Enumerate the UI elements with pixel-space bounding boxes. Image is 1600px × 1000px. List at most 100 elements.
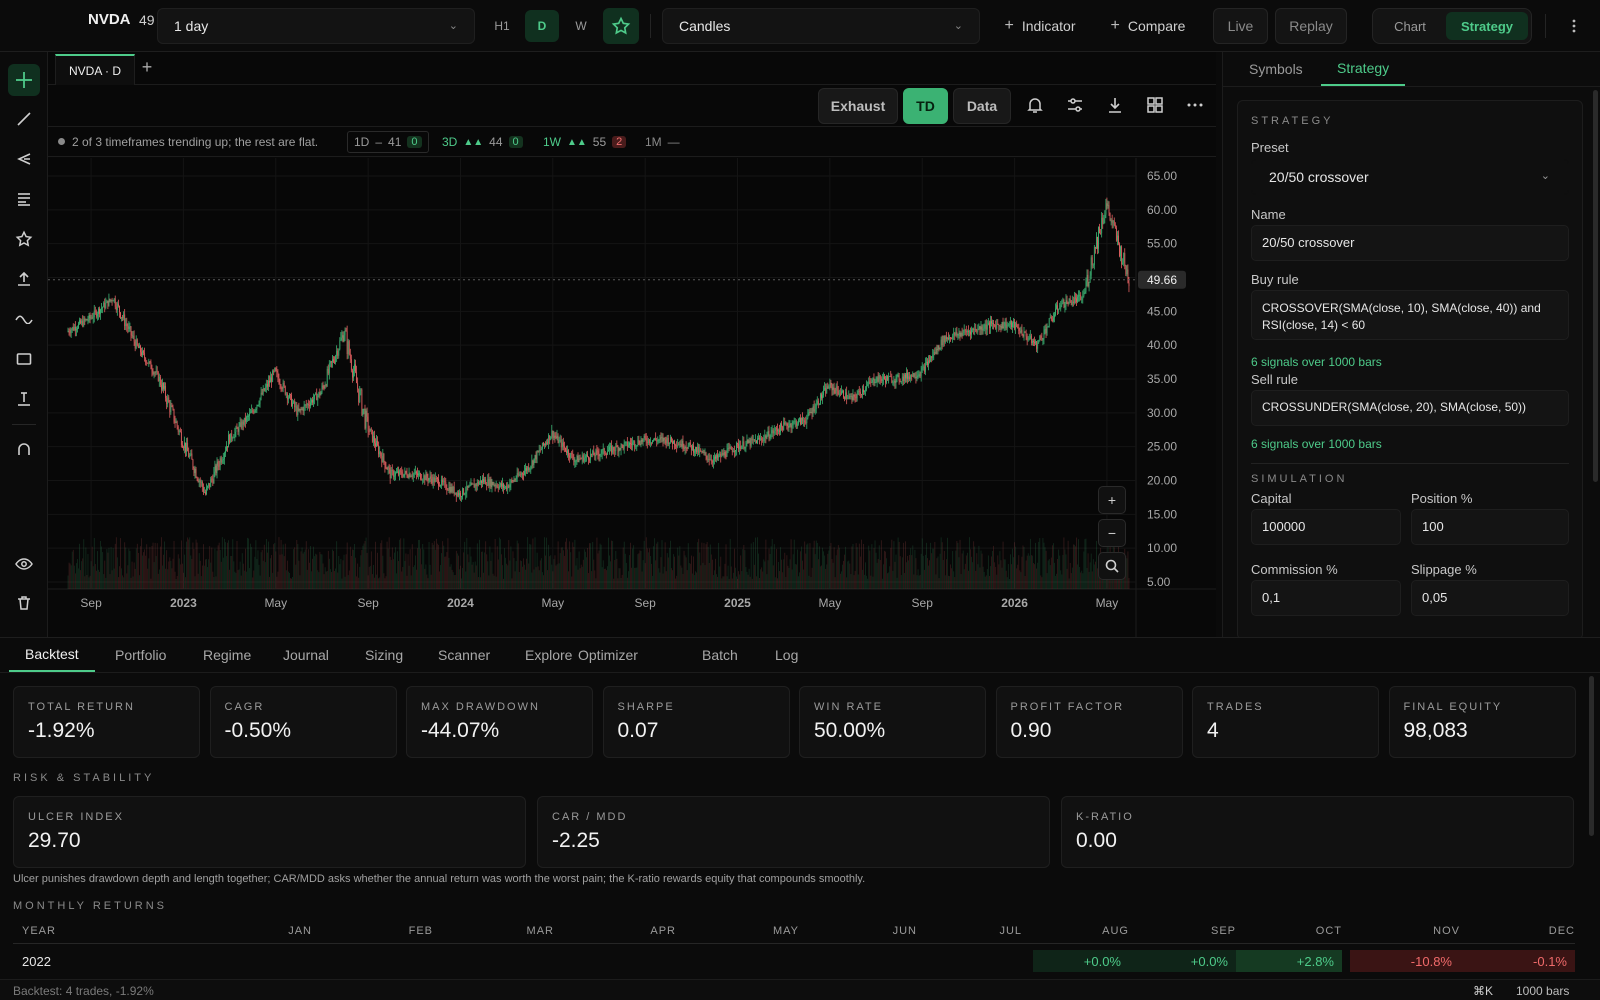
trend-line-icon[interactable] [8, 103, 40, 135]
td-button[interactable]: TD [903, 88, 948, 124]
candle-body [398, 471, 399, 475]
download-icon[interactable] [1105, 95, 1125, 115]
chart-style-select[interactable]: Candles ⌄ [662, 8, 980, 44]
candle-body [850, 396, 852, 397]
tab-chart[interactable]: Chart [1376, 12, 1444, 40]
volume-bar [327, 550, 329, 589]
star-tool-icon[interactable] [8, 223, 40, 255]
tab-portfolio[interactable]: Portfolio [99, 638, 182, 672]
candle-body [799, 418, 800, 420]
sliders-icon[interactable] [1065, 95, 1085, 115]
ticker-symbol[interactable]: NVDA [88, 11, 131, 28]
volume-bar [720, 556, 722, 589]
candle-body [1078, 295, 1080, 297]
volume-bar [704, 565, 706, 589]
tab-optimizer[interactable]: Optimizer [562, 638, 654, 672]
exhaust-button[interactable]: Exhaust [818, 88, 898, 124]
favorite-star-button[interactable] [603, 8, 639, 44]
panel-scrollbar[interactable] [1593, 90, 1598, 482]
trend-item-1d[interactable]: 1D – 41 0 [347, 131, 429, 153]
candle-body [291, 395, 292, 407]
trend-item-1m[interactable]: 1M — [645, 132, 680, 152]
bottom-scrollbar[interactable] [1589, 676, 1594, 836]
commission-field[interactable]: 0,1 [1251, 580, 1401, 616]
volume-bar [410, 575, 412, 589]
buy-rule-textarea[interactable]: CROSSOVER(SMA(close, 10), SMA(close, 40)… [1251, 290, 1569, 340]
timeframe-d-button[interactable]: D [525, 10, 559, 42]
crosshair-tool-icon[interactable] [8, 64, 40, 96]
sell-rule-textarea[interactable]: CROSSUNDER(SMA(close, 20), SMA(close, 50… [1251, 390, 1569, 426]
data-button[interactable]: Data [953, 88, 1011, 124]
column-header: APR [650, 925, 676, 937]
candle-body [359, 389, 361, 402]
fork-tool-icon[interactable] [8, 143, 40, 175]
candle-body [417, 473, 418, 476]
metric-label: ULCER INDEX [28, 811, 124, 823]
candle-body [626, 441, 628, 447]
tab-strategy-panel[interactable]: Strategy [1321, 52, 1406, 86]
eye-icon[interactable] [8, 548, 40, 580]
trend-item-1w[interactable]: 1W ▲▲ 55 2 [543, 132, 627, 152]
compare-button[interactable]: + Compare [1106, 10, 1190, 42]
candle-body [1005, 322, 1007, 329]
tab-strategy[interactable]: Strategy [1446, 12, 1528, 40]
layout-grid-icon[interactable] [1145, 95, 1165, 115]
more-horizontal-icon[interactable] [1185, 95, 1205, 115]
zoom-in-button[interactable]: + [1098, 486, 1126, 514]
candle-body [614, 450, 616, 452]
tab-scanner[interactable]: Scanner [422, 638, 506, 672]
candle-body [823, 390, 825, 396]
candle-body [278, 378, 280, 384]
position-field[interactable]: 100 [1411, 509, 1569, 545]
command-shortcut[interactable]: ⌘K [1473, 984, 1493, 998]
tab-log[interactable]: Log [759, 638, 814, 672]
alert-bell-icon[interactable] [1025, 95, 1045, 115]
candle-body [103, 302, 105, 308]
text-lines-icon[interactable] [8, 183, 40, 215]
add-tab-icon[interactable]: + [136, 57, 158, 79]
interval-select[interactable]: 1 day ⌄ [157, 8, 475, 44]
volume-bar [826, 564, 828, 589]
zoom-search-icon[interactable] [1098, 552, 1126, 580]
volume-bar [239, 561, 241, 589]
volume-bar [129, 550, 131, 589]
candle-body [619, 448, 621, 450]
tab-nvda-d[interactable]: NVDA · D [55, 54, 136, 85]
wave-icon[interactable] [8, 303, 40, 335]
capital-field[interactable]: 100000 [1251, 509, 1401, 545]
volume-bar [247, 537, 248, 589]
rectangle-icon[interactable] [8, 343, 40, 375]
tab-regime[interactable]: Regime [187, 638, 267, 672]
tab-sizing[interactable]: Sizing [349, 638, 419, 672]
trash-icon[interactable] [8, 587, 40, 619]
timeframe-h1-button[interactable]: H1 [486, 10, 518, 42]
slippage-field[interactable]: 0,05 [1411, 580, 1569, 616]
name-field[interactable]: 20/50 crossover [1251, 225, 1569, 261]
live-button[interactable]: Live [1213, 8, 1268, 44]
upload-icon[interactable] [8, 263, 40, 295]
candle-body [1086, 274, 1088, 282]
tab-backtest[interactable]: Backtest [9, 638, 95, 672]
tab-journal[interactable]: Journal [267, 638, 345, 672]
candle-body [1102, 217, 1104, 224]
tab-symbols[interactable]: Symbols [1249, 52, 1303, 86]
candle-body [251, 410, 253, 413]
menu-icon[interactable] [18, 16, 38, 36]
measure-icon[interactable] [8, 383, 40, 415]
add-indicator-button[interactable]: + Indicator [998, 10, 1082, 42]
interval-value: 1 day [174, 18, 209, 34]
trend-item-3d[interactable]: 3D ▲▲ 44 0 [442, 132, 523, 152]
timeframe-w-button[interactable]: W [565, 10, 597, 42]
volume-bar [501, 554, 502, 589]
volume-bar [939, 553, 941, 589]
volume-bar [1040, 575, 1042, 589]
more-vertical-icon[interactable] [1560, 12, 1588, 40]
replay-button[interactable]: Replay [1275, 8, 1347, 44]
price-chart[interactable]: 65.0060.0055.0050.0045.0040.0035.0030.00… [48, 158, 1216, 637]
tab-batch[interactable]: Batch [686, 638, 754, 672]
zoom-out-button[interactable]: − [1098, 519, 1126, 547]
magnet-icon[interactable] [8, 433, 40, 465]
volume-bar [1025, 560, 1027, 589]
preset-select[interactable]: 20/50 crossover ⌄ [1251, 159, 1569, 195]
volume-bar [472, 562, 474, 589]
